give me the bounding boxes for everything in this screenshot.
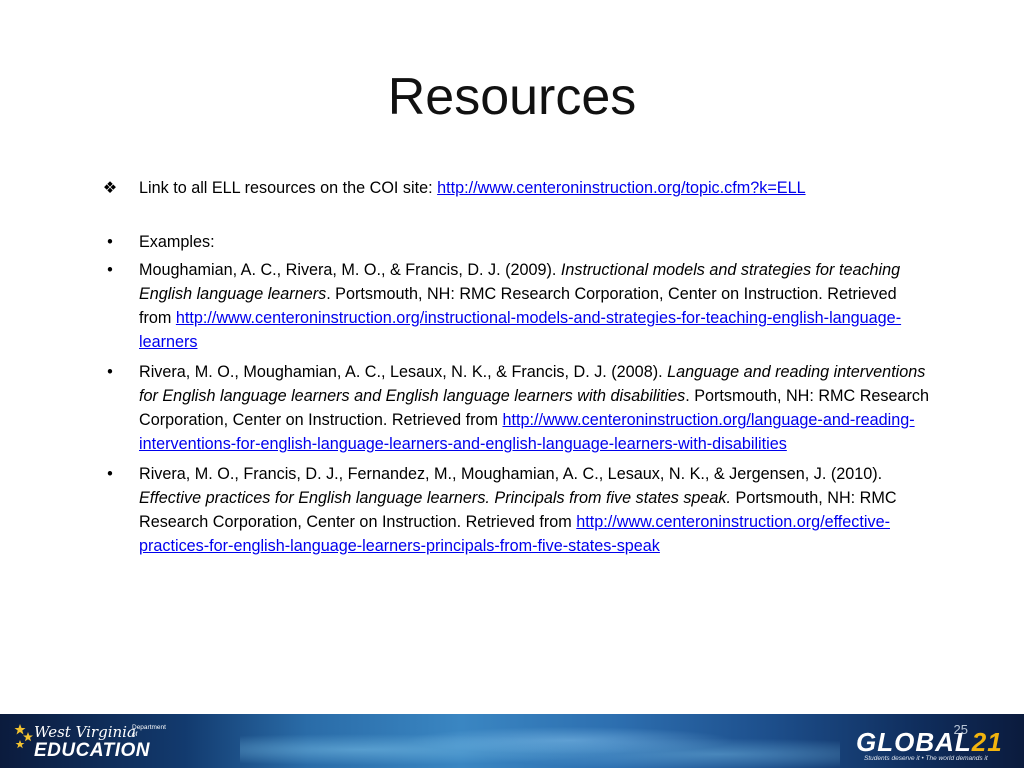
- diamond-bullet-icon: ❖: [102, 179, 118, 197]
- list-item-coi-link: ❖ Link to all ELL resources on the COI s…: [100, 176, 930, 200]
- round-bullet-icon: •: [107, 233, 113, 251]
- global21-wordmark: GLOBAL21: [856, 728, 1003, 756]
- wv-logo-dept-text: Department of: [132, 724, 166, 738]
- wv-education-logo: West Virginia Department of EDUCATION: [14, 720, 174, 764]
- global21-suffix: 21: [971, 727, 1003, 757]
- reference-link[interactable]: http://www.centeroninstruction.org/instr…: [139, 309, 901, 351]
- slide-title: Resources: [387, 68, 637, 126]
- examples-label: Examples:: [139, 233, 215, 251]
- reference-item: • Moughamian, A. C., Rivera, M. O., & Fr…: [100, 258, 930, 354]
- list-item-examples: • Examples:: [100, 230, 930, 254]
- reference-authors: Rivera, M. O., Francis, D. J., Fernandez…: [139, 465, 883, 483]
- resource-list: ❖ Link to all ELL resources on the COI s…: [100, 176, 930, 564]
- global21-tagline: Students deserve it • The world demands …: [864, 755, 988, 762]
- reference-item: • Rivera, M. O., Francis, D. J., Fernand…: [100, 462, 930, 558]
- coi-link[interactable]: http://www.centeroninstruction.org/topic…: [437, 179, 805, 197]
- round-bullet-icon: •: [107, 465, 113, 483]
- wv-logo-top-text: West Virginia: [34, 723, 136, 741]
- round-bullet-icon: •: [107, 363, 113, 381]
- reference-item: • Rivera, M. O., Moughamian, A. C., Lesa…: [100, 360, 930, 456]
- reference-authors: Rivera, M. O., Moughamian, A. C., Lesaux…: [139, 363, 668, 381]
- wv-logo-main-text: EDUCATION: [34, 740, 151, 761]
- global21-prefix: GLOBAL: [856, 727, 972, 757]
- coi-link-text: Link to all ELL resources on the COI sit…: [139, 179, 438, 197]
- stars-icon: [14, 724, 33, 749]
- global21-logo: GLOBAL21 Students deserve it • The world…: [856, 728, 1016, 764]
- round-bullet-icon: •: [107, 261, 113, 279]
- reference-title: Effective practices for English language…: [139, 489, 732, 507]
- reference-authors: Moughamian, A. C., Rivera, M. O., & Fran…: [139, 261, 561, 279]
- world-map-graphic: [240, 722, 840, 768]
